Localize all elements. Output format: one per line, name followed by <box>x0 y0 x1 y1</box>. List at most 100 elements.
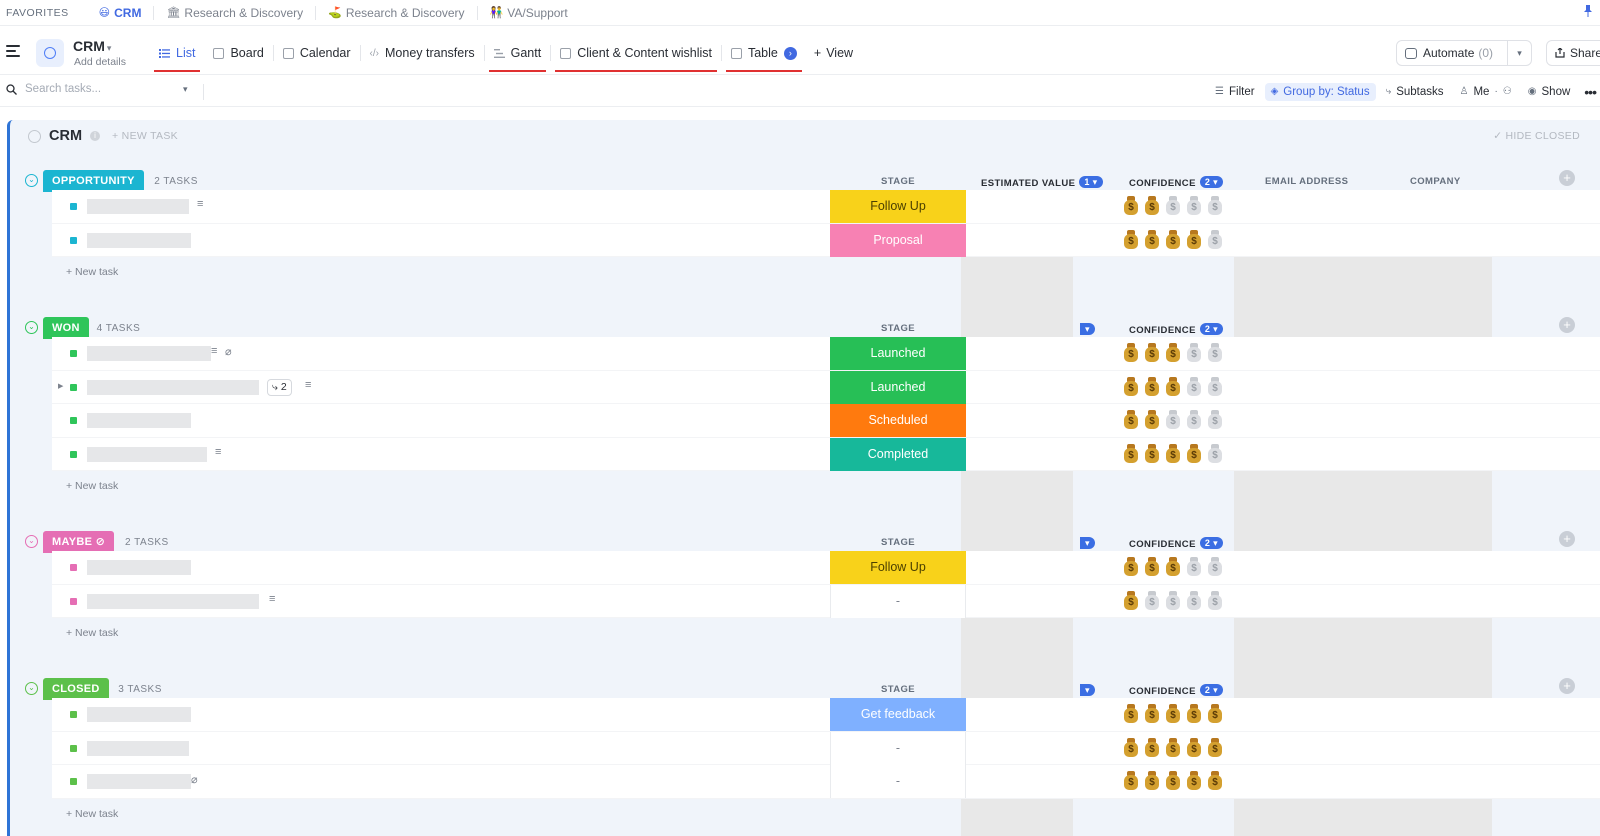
favorite-research-1[interactable]: 🏛 Research & Discovery <box>153 5 315 20</box>
money-bag-icon[interactable]: $ <box>1144 343 1160 363</box>
task-row[interactable]: Scheduled $ $ $ $ $ <box>52 404 1600 438</box>
money-bag-icon[interactable]: $ <box>1186 410 1202 430</box>
filter-button[interactable]: ☰ Filter <box>1209 83 1261 101</box>
add-column-icon[interactable]: + <box>1559 678 1575 694</box>
task-name-redacted[interactable] <box>87 774 191 789</box>
stage-column-header[interactable]: STAGE <box>881 537 915 548</box>
money-bag-icon[interactable]: $ <box>1186 590 1202 611</box>
more-options-icon[interactable]: ••• <box>1580 84 1600 100</box>
confidence-column-header[interactable]: CONFIDENCE 2 ▾ <box>1129 323 1224 336</box>
chevron-down-icon[interactable]: ▾ <box>1507 41 1531 65</box>
estimated-value-sort-badge[interactable]: ▾ <box>1080 684 1095 697</box>
money-bag-icon[interactable]: $ <box>1123 443 1139 464</box>
money-bag-icon[interactable]: $ <box>1165 704 1181 724</box>
money-bag-icon[interactable]: $ <box>1123 196 1139 216</box>
task-name-redacted[interactable] <box>87 199 189 214</box>
confidence-rating[interactable]: $ $ $ $ $ <box>1123 557 1223 577</box>
task-name-redacted[interactable] <box>87 707 191 722</box>
task-row[interactable]: ≡ - $ $ $ $ $ <box>52 584 1600 618</box>
search-input[interactable] <box>25 83 175 95</box>
money-bag-icon[interactable]: $ <box>1207 376 1223 397</box>
money-bag-icon[interactable]: $ <box>1144 410 1160 430</box>
collapse-icon[interactable] <box>28 129 41 143</box>
favorite-research-2[interactable]: ⛳ Research & Discovery <box>315 5 476 20</box>
confidence-rating[interactable]: $ $ $ $ $ <box>1123 590 1223 611</box>
confidence-rating[interactable]: $ $ $ $ $ <box>1123 229 1223 250</box>
money-bag-icon[interactable]: $ <box>1123 590 1139 611</box>
status-badge[interactable]: MAYBE ⊘ <box>43 531 115 553</box>
collapse-icon[interactable]: ⌄ <box>25 535 38 548</box>
share-button[interactable]: Share <box>1546 40 1600 66</box>
task-name-redacted[interactable] <box>87 232 191 248</box>
tab-money-transfers[interactable]: ‹/› Money transfers <box>361 31 484 75</box>
assignees-icon[interactable]: ⚇ <box>1503 86 1512 97</box>
money-bag-icon[interactable]: $ <box>1144 737 1160 758</box>
sort-badge[interactable]: 2 ▾ <box>1199 176 1224 188</box>
sort-badge[interactable]: 2 ▾ <box>1199 684 1224 696</box>
sort-badge[interactable]: 2 ▾ <box>1199 537 1224 549</box>
add-details-link[interactable]: Add details <box>74 56 126 68</box>
me-button[interactable]: ♙ Me · ⚇ <box>1454 83 1518 101</box>
add-column-icon[interactable]: + <box>1559 531 1575 547</box>
money-bag-icon[interactable]: $ <box>1186 196 1202 216</box>
estimated-value-column-header[interactable]: ESTIMATED VALUE 1 ▾ <box>981 176 1103 189</box>
money-bag-icon[interactable]: $ <box>1207 196 1223 216</box>
stage-cell[interactable]: Follow Up <box>830 551 966 584</box>
menu-icon[interactable] <box>6 45 20 57</box>
task-row[interactable]: ≡ ⌀ Launched $ $ $ $ $ <box>52 337 1600 371</box>
confidence-column-header[interactable]: CONFIDENCE 2 ▾ <box>1129 684 1224 697</box>
money-bag-icon[interactable]: $ <box>1144 443 1160 464</box>
estimated-value-sort-badge[interactable]: ▾ <box>1080 323 1095 336</box>
add-task-button[interactable]: + New task <box>66 627 118 639</box>
status-badge[interactable]: OPPORTUNITY <box>43 170 144 192</box>
stage-column-header[interactable]: STAGE <box>881 323 915 334</box>
add-view-button[interactable]: + View <box>806 46 861 60</box>
stage-cell[interactable]: Follow Up <box>830 190 966 223</box>
list-title[interactable]: CRM ▾ <box>73 38 111 54</box>
money-bag-icon[interactable]: $ <box>1186 557 1202 577</box>
money-bag-icon[interactable]: $ <box>1165 229 1181 250</box>
status-square[interactable] <box>70 564 77 571</box>
stage-cell[interactable]: Completed <box>830 437 966 471</box>
confidence-rating[interactable]: $ $ $ $ $ <box>1123 196 1223 216</box>
task-row[interactable]: ≡ Completed $ $ $ $ $ <box>52 437 1600 471</box>
money-bag-icon[interactable]: $ <box>1165 376 1181 397</box>
automate-button[interactable]: Automate (0) ▾ <box>1396 40 1532 66</box>
money-bag-icon[interactable]: $ <box>1144 704 1160 724</box>
new-task-button[interactable]: + NEW TASK <box>112 130 178 142</box>
task-name-redacted[interactable] <box>87 379 259 395</box>
money-bag-icon[interactable]: $ <box>1165 590 1181 611</box>
tab-gantt[interactable]: Gantt <box>485 31 551 75</box>
task-row[interactable]: Proposal $ $ $ $ $ <box>52 223 1600 257</box>
collapse-icon[interactable]: ⌄ <box>25 682 38 695</box>
task-row[interactable]: ⌀ - $ $ $ $ $ <box>52 765 1600 799</box>
money-bag-icon[interactable]: $ <box>1144 376 1160 397</box>
task-name-redacted[interactable] <box>87 413 191 428</box>
money-bag-icon[interactable]: $ <box>1123 410 1139 430</box>
task-name-redacted[interactable] <box>87 446 207 462</box>
confidence-rating[interactable]: $ $ $ $ $ <box>1123 443 1223 464</box>
money-bag-icon[interactable]: $ <box>1165 410 1181 430</box>
money-bag-icon[interactable]: $ <box>1207 704 1223 724</box>
show-button[interactable]: ◉ Show <box>1522 83 1577 101</box>
status-square[interactable] <box>70 417 77 424</box>
email-column-header[interactable]: EMAIL ADDRESS <box>1265 176 1348 187</box>
status-square[interactable] <box>70 383 77 391</box>
subtasks-count[interactable]: ⤷ 2 <box>267 378 292 396</box>
task-row[interactable]: ▶ ⤷ 2 ≡ Launched $ $ $ $ $ <box>52 370 1600 404</box>
money-bag-icon[interactable]: $ <box>1186 376 1202 397</box>
sort-badge[interactable]: 1 ▾ <box>1079 176 1103 188</box>
collapse-icon[interactable]: ⌄ <box>25 174 38 187</box>
subtasks-button[interactable]: ⤷ Subtasks <box>1380 83 1450 101</box>
money-bag-icon[interactable]: $ <box>1207 557 1223 577</box>
tab-board[interactable]: Board <box>204 31 272 75</box>
stage-cell[interactable]: Get feedback <box>830 698 966 731</box>
money-bag-icon[interactable]: $ <box>1207 771 1223 791</box>
money-bag-icon[interactable]: $ <box>1186 343 1202 363</box>
pin-icon[interactable] <box>1584 5 1592 17</box>
task-name-redacted[interactable] <box>87 593 259 609</box>
money-bag-icon[interactable]: $ <box>1123 376 1139 397</box>
money-bag-icon[interactable]: $ <box>1207 590 1223 611</box>
tab-client-content-wishlist[interactable]: Client & Content wishlist <box>551 31 721 75</box>
status-square[interactable] <box>70 203 77 210</box>
